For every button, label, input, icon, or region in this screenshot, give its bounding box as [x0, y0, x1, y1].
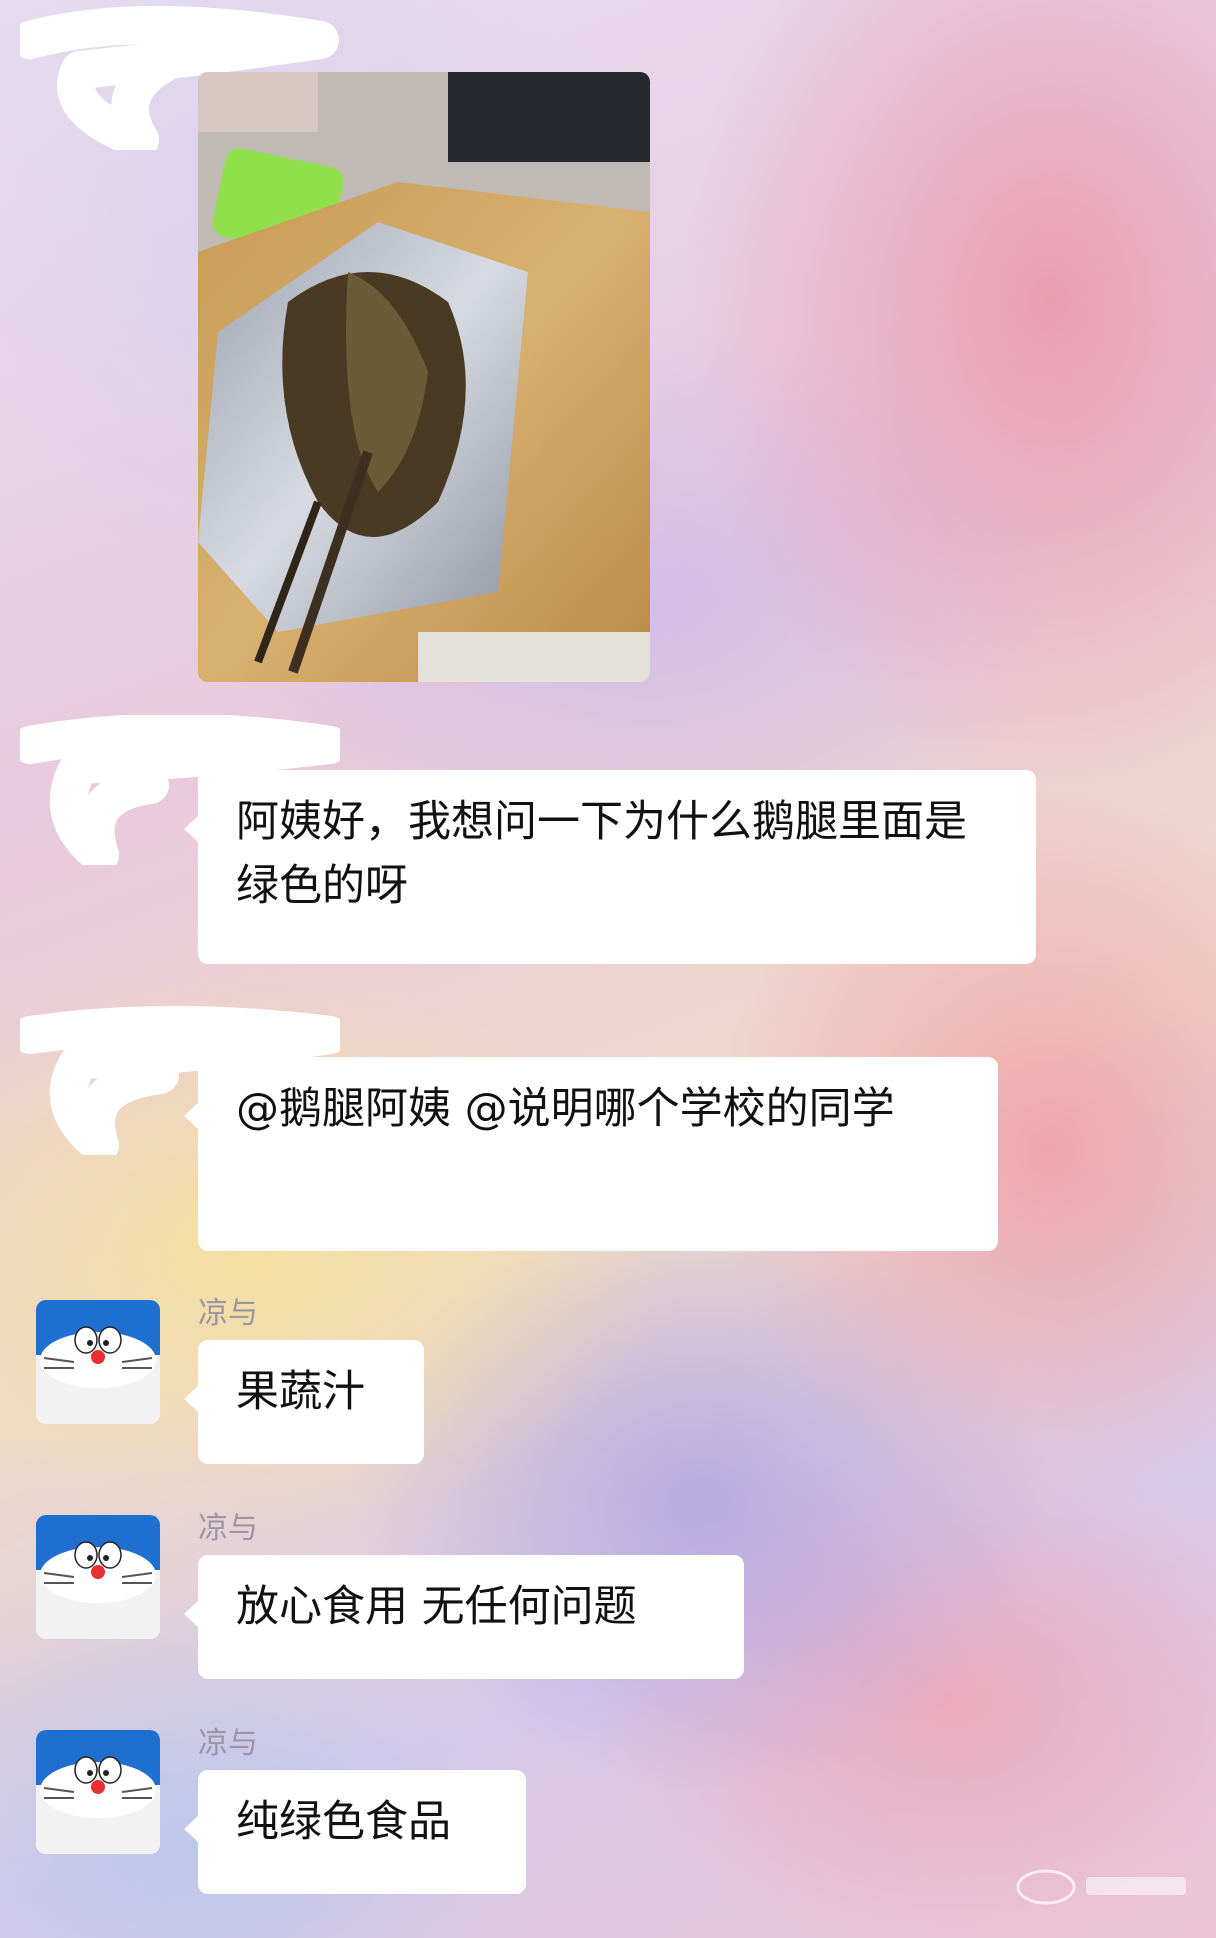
- watermark-logo: [1016, 1869, 1186, 1905]
- message-text: 纯绿色食品: [236, 1797, 451, 1847]
- sender-name: 凉与: [198, 1726, 258, 1761]
- redacted-avatar: [36, 70, 160, 194]
- sender-avatar[interactable]: [36, 1730, 160, 1854]
- goose-leg-photo-image: [198, 72, 650, 682]
- doraemon-avatar-icon: [36, 1730, 160, 1854]
- message-bubble[interactable]: @鹅腿阿姨 @说明哪个学校的同学: [184, 1057, 998, 1251]
- message-text: 果蔬汁: [236, 1367, 365, 1417]
- sender-avatar[interactable]: [36, 1515, 160, 1639]
- message-bubble[interactable]: 放心食用 无任何问题: [184, 1555, 744, 1679]
- sender-name: 凉与: [198, 1296, 258, 1331]
- message-text: @鹅腿阿姨 @说明哪个学校的同学: [236, 1084, 895, 1134]
- sender-avatar[interactable]: [36, 1300, 160, 1424]
- message-bubble[interactable]: 果蔬汁: [184, 1340, 424, 1464]
- message-text: 阿姨好，我想问一下为什么鹅腿里面是绿色的呀: [236, 797, 967, 911]
- doraemon-avatar-icon: [36, 1515, 160, 1639]
- message-bubble[interactable]: 纯绿色食品: [184, 1770, 526, 1894]
- message-photo[interactable]: [198, 72, 650, 682]
- message-text: 放心食用 无任何问题: [236, 1582, 637, 1632]
- message-bubble[interactable]: 阿姨好，我想问一下为什么鹅腿里面是绿色的呀: [184, 770, 1036, 964]
- doraemon-avatar-icon: [36, 1300, 160, 1424]
- sender-name: 凉与: [198, 1511, 258, 1546]
